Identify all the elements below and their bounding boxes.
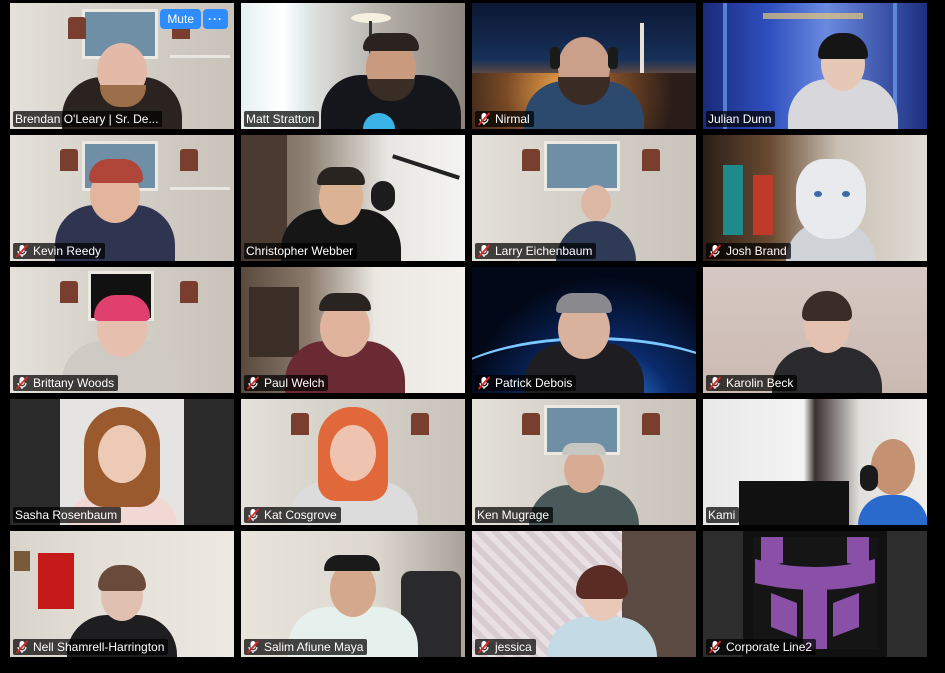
muted-mic-icon <box>708 376 722 390</box>
participant-name-tag: Christopher Webber <box>244 243 358 259</box>
participant-name: Salim Afiune Maya <box>264 640 364 654</box>
participant-name-tag: Kami <box>706 507 740 523</box>
participant-tile[interactable]: Kevin Reedy <box>10 135 234 261</box>
muted-mic-icon <box>477 376 491 390</box>
participant-name-tag: Brendan O'Leary | Sr. De... <box>13 111 163 127</box>
participant-name: Brittany Woods <box>33 376 115 390</box>
participant-tile[interactable]: Paul Welch <box>241 267 465 393</box>
participant-tile[interactable]: Karolin Beck <box>703 267 927 393</box>
participant-name-tag: Corporate Line2 <box>706 639 817 655</box>
muted-mic-icon <box>246 508 260 522</box>
participant-name-tag: Brittany Woods <box>13 375 119 391</box>
participant-name-tag: Paul Welch <box>244 375 329 391</box>
participant-name-tag: Kat Cosgrove <box>244 507 341 523</box>
participant-tile[interactable]: Nirmal <box>472 3 696 129</box>
muted-mic-icon <box>477 112 491 126</box>
participant-name-tag: Larry Eichenbaum <box>475 243 597 259</box>
participant-name: Josh Brand <box>726 244 787 258</box>
participant-name-tag: Nirmal <box>475 111 534 127</box>
muted-mic-icon <box>708 640 722 654</box>
participant-name: Kami <box>708 508 736 522</box>
participant-tile[interactable]: Corporate Line2 <box>703 531 927 657</box>
participant-name: Corporate Line2 <box>726 640 813 654</box>
participant-name: Kat Cosgrove <box>264 508 337 522</box>
participant-name: Brendan O'Leary | Sr. De... <box>15 112 159 126</box>
participant-name: Paul Welch <box>264 376 325 390</box>
participant-tile[interactable]: Christopher Webber <box>241 135 465 261</box>
participant-name-tag: Julian Dunn <box>706 111 776 127</box>
participant-tile[interactable]: Josh Brand <box>703 135 927 261</box>
participant-name-tag: Josh Brand <box>706 243 791 259</box>
participant-name: Larry Eichenbaum <box>495 244 593 258</box>
muted-mic-icon <box>15 376 29 390</box>
participant-name: Matt Stratton <box>246 112 315 126</box>
participant-name: jessica <box>495 640 532 654</box>
muted-mic-icon <box>15 244 29 258</box>
participant-name-tag: Patrick Debois <box>475 375 577 391</box>
participant-tile[interactable]: Sasha Rosenbaum <box>10 399 234 525</box>
more-options-button[interactable]: ··· <box>203 9 228 29</box>
participant-name-tag: jessica <box>475 639 536 655</box>
participant-tile[interactable]: Julian Dunn <box>703 3 927 129</box>
participant-name: Ken Mugrage <box>477 508 550 522</box>
participant-tile[interactable]: jessica <box>472 531 696 657</box>
participant-name: Patrick Debois <box>495 376 573 390</box>
participant-tile[interactable]: Ken Mugrage <box>472 399 696 525</box>
participant-tile[interactable]: Kami <box>703 399 927 525</box>
participant-name-tag: Salim Afiune Maya <box>244 639 368 655</box>
gallery-grid: Mute ··· Brendan O'Leary | Sr. De... Mat… <box>10 3 928 661</box>
participant-name: Karolin Beck <box>726 376 794 390</box>
participant-name: Christopher Webber <box>246 244 354 258</box>
company-logo <box>753 537 877 649</box>
participant-name-tag: Sasha Rosenbaum <box>13 507 122 523</box>
participant-tile[interactable]: Larry Eichenbaum <box>472 135 696 261</box>
muted-mic-icon <box>246 376 260 390</box>
muted-mic-icon <box>15 640 29 654</box>
participant-tile[interactable]: Mute ··· Brendan O'Leary | Sr. De... <box>10 3 234 129</box>
muted-mic-icon <box>477 640 491 654</box>
muted-mic-icon <box>708 244 722 258</box>
participant-tile[interactable]: Salim Afiune Maya <box>241 531 465 657</box>
participant-tile[interactable]: Kat Cosgrove <box>241 399 465 525</box>
participant-name-tag: Matt Stratton <box>244 111 319 127</box>
muted-mic-icon <box>477 244 491 258</box>
mute-button[interactable]: Mute <box>160 9 201 29</box>
participant-controls: Mute ··· <box>160 9 228 29</box>
participant-name: Nell Shamrell-Harrington <box>33 640 165 654</box>
participant-tile[interactable]: Patrick Debois <box>472 267 696 393</box>
participant-name-tag: Ken Mugrage <box>475 507 554 523</box>
muted-mic-icon <box>246 640 260 654</box>
participant-name: Sasha Rosenbaum <box>15 508 118 522</box>
participant-tile-active-speaker[interactable]: Matt Stratton <box>241 3 465 129</box>
participant-tile[interactable]: Nell Shamrell-Harrington <box>10 531 234 657</box>
participant-tile[interactable]: Brittany Woods <box>10 267 234 393</box>
participant-name-tag: Nell Shamrell-Harrington <box>13 639 169 655</box>
participant-name: Kevin Reedy <box>33 244 102 258</box>
participant-name: Julian Dunn <box>708 112 772 126</box>
participant-name: Nirmal <box>495 112 530 126</box>
participant-name-tag: Kevin Reedy <box>13 243 106 259</box>
participant-name-tag: Karolin Beck <box>706 375 798 391</box>
